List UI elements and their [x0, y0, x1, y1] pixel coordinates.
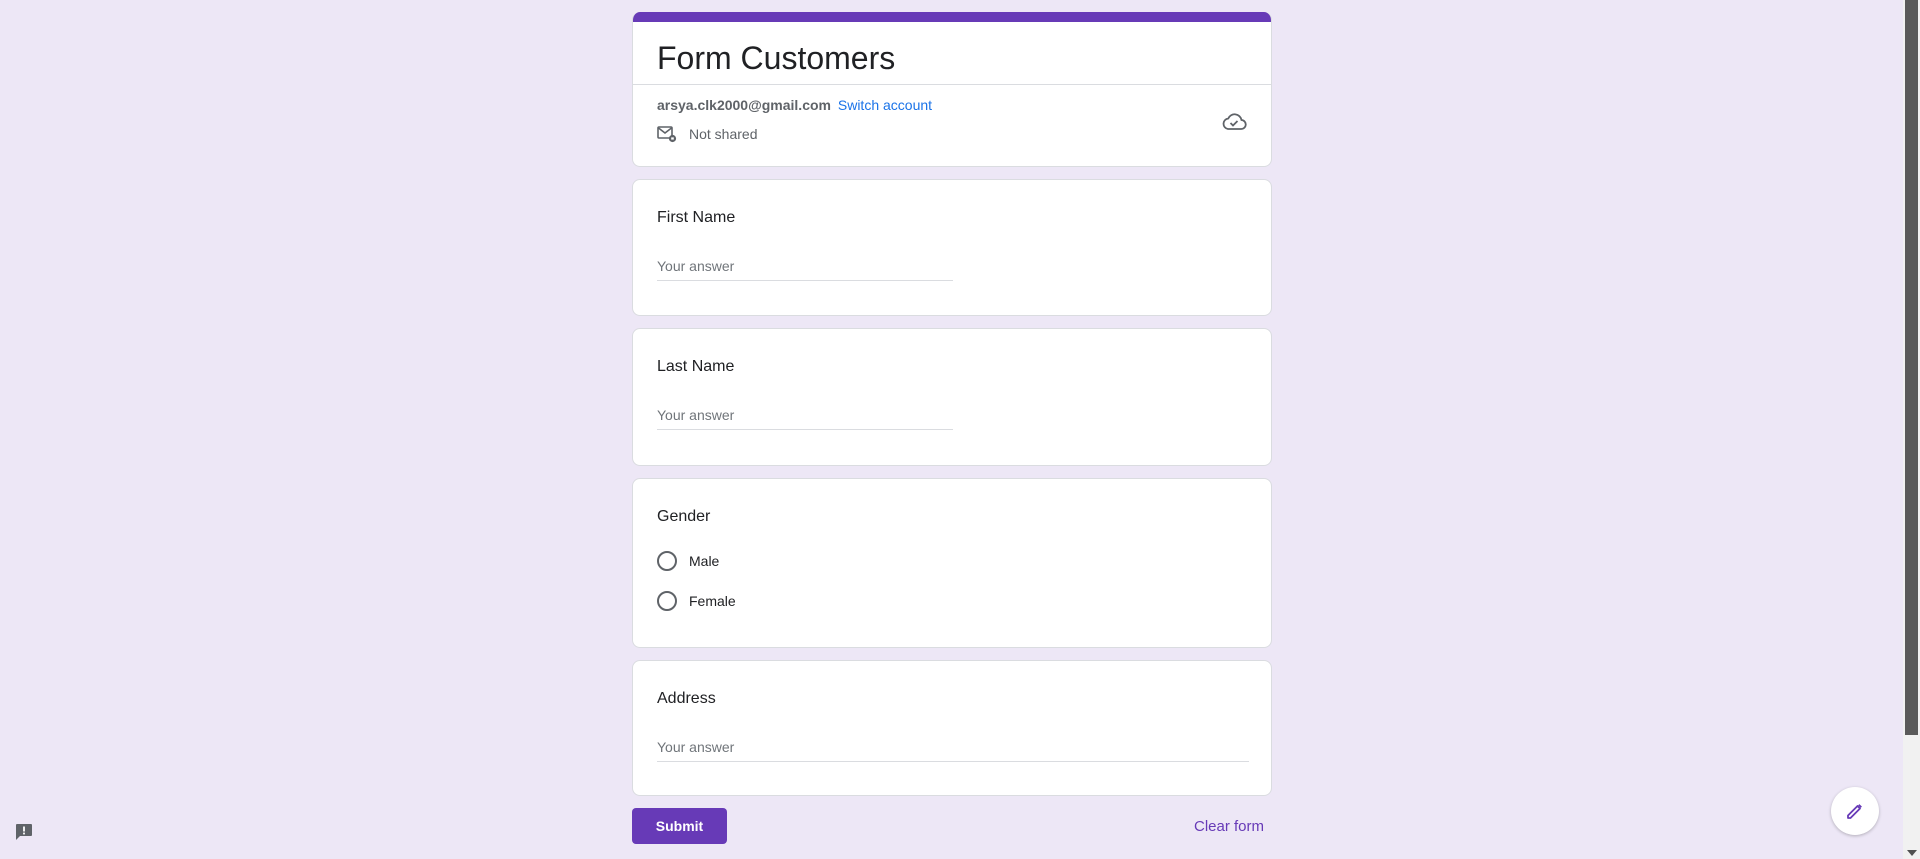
radio-button[interactable] [657, 551, 677, 571]
question-last-name: Last Name [632, 328, 1272, 466]
account-email: arsya.clk2000@gmail.com [657, 97, 831, 113]
last-name-input[interactable] [657, 403, 953, 430]
radio-option-male[interactable]: Male [657, 541, 1247, 581]
address-input[interactable] [657, 735, 1249, 762]
radio-button[interactable] [657, 591, 677, 611]
form-header-card: Form Customers arsya.clk2000@gmail.com S… [632, 12, 1272, 167]
account-row: arsya.clk2000@gmail.com Switch account [633, 85, 1271, 119]
question-label: First Name [657, 209, 736, 226]
question-label: Address [657, 690, 716, 707]
form-actions: Submit Clear form [632, 808, 1272, 844]
question-label: Last Name [657, 358, 735, 375]
form-column: Form Customers arsya.clk2000@gmail.com S… [632, 12, 1272, 844]
mail-lock-icon [657, 126, 677, 143]
switch-account-link[interactable]: Switch account [838, 97, 932, 113]
question-label: Gender [657, 508, 711, 525]
form-title: Form Customers [633, 22, 1271, 85]
radio-label: Female [689, 593, 736, 609]
radio-option-female[interactable]: Female [657, 581, 1247, 621]
clear-form-button[interactable]: Clear form [1186, 810, 1272, 843]
shared-status-text: Not shared [689, 126, 758, 142]
question-gender: Gender Male Female [632, 478, 1272, 648]
cloud-done-icon [1222, 113, 1247, 130]
radio-label: Male [689, 553, 720, 569]
submit-button[interactable]: Submit [632, 808, 727, 844]
question-first-name: First Name [632, 179, 1272, 316]
vertical-scrollbar[interactable] [1903, 0, 1920, 859]
first-name-input[interactable] [657, 254, 953, 281]
question-address: Address [632, 660, 1272, 796]
shared-status-row: Not shared [633, 119, 1271, 143]
edit-pencil-icon [1847, 804, 1862, 819]
page: Form Customers arsya.clk2000@gmail.com S… [0, 0, 1920, 859]
scrollbar-thumb[interactable] [1905, 0, 1918, 735]
edit-fab-button[interactable] [1831, 787, 1879, 835]
scroll-down-arrow[interactable] [1907, 850, 1917, 856]
gender-radio-group: Male Female [657, 541, 1247, 621]
report-icon[interactable] [14, 822, 34, 842]
accent-bar [633, 12, 1271, 22]
